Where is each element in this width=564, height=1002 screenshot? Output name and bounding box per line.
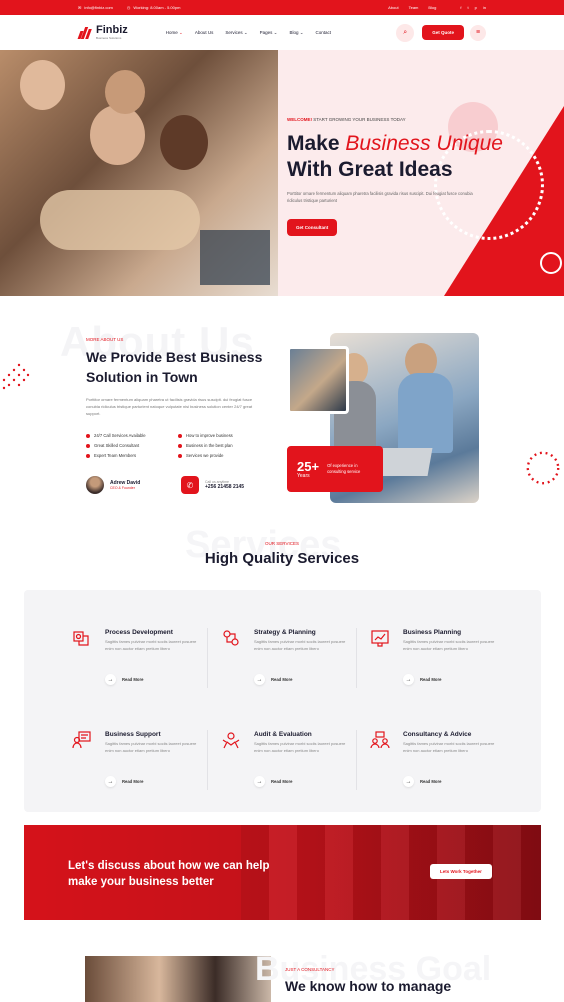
service-description: Sagittis fames pulvinar morbi sociis lao… [105,639,197,651]
facebook-icon[interactable]: f [460,5,461,10]
get-consultant-button[interactable]: Get Consultant [287,219,338,236]
search-icon[interactable]: ⌕ [396,23,415,42]
linkedin-icon[interactable]: in [483,5,486,10]
logo-mark-icon [77,26,92,39]
main-nav: Home ⌄ About Us Services ⌄ Pages ⌄ Blog … [166,30,331,36]
read-more-link[interactable]: → Read More [403,776,441,787]
nav-home[interactable]: Home ⌄ [166,30,183,36]
brand-tagline: Business Solutions [96,36,122,40]
read-more-link[interactable]: → Read More [254,776,292,787]
feature-item: Great Skilled Consultant [86,443,139,448]
avatar [86,476,104,494]
email-text: info@finbiz.com [84,5,113,10]
main-header: Finbiz Business Solutions Home ⌄ About U… [0,15,564,50]
consultancy-kicker: JUST A CONSULTANCY [285,967,335,972]
arrow-right-icon: → [105,776,116,787]
clock-icon: ◷ [126,5,131,10]
badge-number: 25+ [297,458,320,474]
strategy-icon [223,630,239,646]
about-small-photo [287,346,349,414]
arrow-right-icon: → [254,776,265,787]
author-card: Adrew David CEO & Founder [86,476,140,494]
service-title: Audit & Evaluation [254,731,312,738]
hero-kicker: WELCOME! START GROWING YOUR BUSINESS TOD… [287,117,406,122]
phone-icon: ✆ [181,476,199,494]
about-title: We Provide Best Business Solution in Tow… [86,349,263,385]
badge-text: Of experience in consulting service [327,463,361,474]
cta-text: Let's discuss about how we can help make… [68,860,270,888]
arrow-right-icon: → [105,674,116,685]
service-title: Business Support [105,731,161,738]
service-title: Strategy & Planning [254,629,316,636]
consultancy-photo [85,956,271,1002]
topbar-link-blog[interactable]: Blog [428,5,436,10]
nav-contact[interactable]: Contact [315,30,331,36]
support-icon [72,731,91,749]
services-grid: Process Development Sagittis fames pulvi… [24,590,541,812]
topbar-link-about[interactable]: About [388,5,398,10]
nav-services[interactable]: Services ⌄ [225,30,247,36]
planning-icon [371,630,389,647]
lets-work-together-button[interactable]: Lets Work Together [430,864,492,879]
service-title: Business Planning [403,629,462,636]
menu-icon[interactable]: ≡ [470,24,486,41]
pinterest-icon[interactable]: p [475,5,477,10]
about-kicker: MORE ABOUT US [86,337,124,342]
service-description: Sagittis fames pulvinar morbi sociis lao… [105,741,197,753]
arrow-right-icon: → [403,674,414,685]
feature-item: 24/7 Call Services Available [86,433,146,438]
dotted-ring-decoration-icon [526,451,560,485]
read-more-link[interactable]: → Read More [254,674,292,685]
mail-icon: ✉ [78,5,82,10]
feature-item: Expert Team Members [86,453,136,458]
nav-about[interactable]: About Us [195,30,214,36]
process-icon [73,631,89,646]
audit-icon [222,732,240,749]
call-number[interactable]: +256 21458 2145 [205,484,244,490]
feature-item: How to improve business [178,433,233,438]
service-description: Sagittis fames pulvinar morbi sociis lao… [403,639,495,651]
author-role: CEO & Founder [110,486,135,490]
services-kicker: OUR SERVICES [265,541,299,546]
read-more-link[interactable]: → Read More [105,776,143,787]
feature-item: Services we provide [178,453,223,458]
brand-name: Finbiz [96,24,128,36]
hero-white-ring [540,252,562,274]
read-more-link[interactable]: → Read More [403,674,441,685]
top-bar: ✉ info@finbiz.com ◷ Working: 8.00am - 5.00… [0,0,564,15]
cta-banner: Let's discuss about how we can help make… [24,825,541,920]
experience-badge: 25+ Years Of experience in consulting ser… [287,446,383,492]
dots-decoration-icon [2,363,30,390]
nav-pages[interactable]: Pages ⌄ [260,30,278,36]
nav-blog[interactable]: Blog ⌄ [289,30,303,36]
about-description: Porttitor ornare fermentum aliquam phare… [86,397,253,416]
topbar-link-team[interactable]: Team [409,5,419,10]
service-description: Sagittis fames pulvinar morbi sociis lao… [254,639,346,651]
get-quote-button[interactable]: Get Quote [422,25,464,40]
hours-text: Working: 8.00am - 5.00pm [133,5,181,10]
hero-description: Porttitor ornare fermentum aliquam phare… [287,191,473,203]
email-item[interactable]: ✉ info@finbiz.com [78,5,113,10]
service-description: Sagittis fames pulvinar morbi sociis lao… [254,741,346,753]
arrow-right-icon: → [403,776,414,787]
service-title: Process Development [105,629,173,636]
service-title: Consultancy & Advice [403,731,472,738]
read-more-link[interactable]: → Read More [105,674,143,685]
service-description: Sagittis fames pulvinar morbi sociis lao… [403,741,495,753]
consultancy-icon [370,731,390,749]
hours-item: ◷ Working: 8.00am - 5.00pm [127,5,181,10]
call-card[interactable]: ✆ Call us anytime +256 21458 2145 [181,476,244,494]
logo[interactable]: Finbiz Business Solutions [77,24,128,40]
services-title: High Quality Services [204,550,360,567]
twitter-icon[interactable]: t [468,5,469,10]
feature-item: Business in the best plan [178,443,233,448]
arrow-right-icon: → [254,674,265,685]
hero-team-photo [0,50,278,296]
hero-title: Make Business Unique With Great Ideas [287,132,503,181]
hero-section: WELCOME! START GROWING YOUR BUSINESS TOD… [0,50,564,296]
consultancy-title: We know how to manage [285,978,452,994]
